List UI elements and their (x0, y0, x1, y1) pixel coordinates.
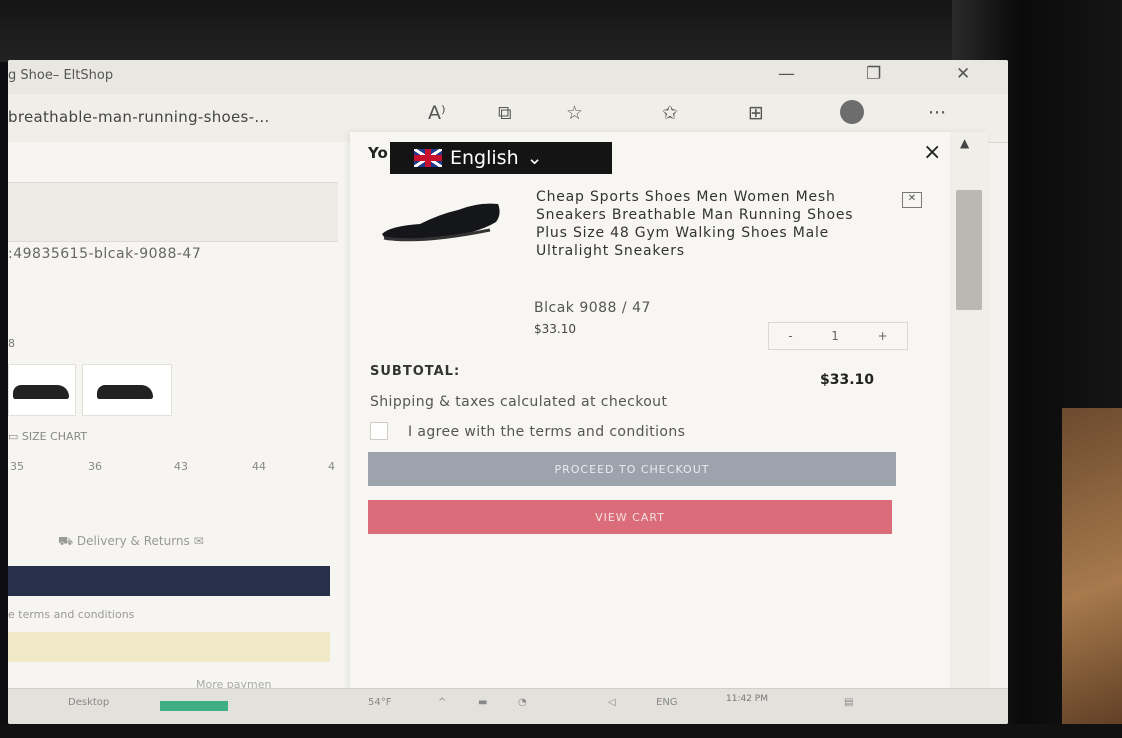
product-sku: :49835615-blcak-9088-47 (8, 246, 202, 262)
desk-background (1062, 408, 1122, 738)
battery-icon[interactable]: ▬ (478, 697, 487, 708)
view-cart-button[interactable]: VIEW CART (368, 500, 892, 534)
close-window-button[interactable]: ✕ (956, 64, 970, 84)
increase-quantity-button[interactable]: + (878, 329, 888, 343)
remove-item-button[interactable]: ✕ (902, 192, 922, 208)
buy-now-button[interactable] (8, 632, 330, 662)
decrease-quantity-button[interactable]: - (788, 329, 792, 343)
shoe-thumbnail-icon (97, 385, 153, 399)
favorites-icon[interactable]: ✩ (662, 102, 678, 124)
truck-icon: ⛟ (58, 534, 77, 548)
cart-title: Yo (368, 144, 388, 162)
shipping-note: Shipping & taxes calculated at checkout (370, 394, 668, 410)
more-icon[interactable]: ··· (928, 102, 946, 124)
close-cart-button[interactable]: × (923, 140, 941, 165)
subtotal-value: $33.10 (820, 372, 875, 388)
delivery-returns-link[interactable]: ⛟ Delivery & Returns ✉ (58, 534, 204, 550)
language-label: English (450, 147, 519, 169)
title-bar: g Shoe– EltShop — ❐ ✕ (8, 60, 1008, 94)
quantity-stepper: - 1 + (768, 322, 908, 350)
language-indicator[interactable]: ENG (656, 697, 678, 708)
language-selector[interactable]: English ⌄ (390, 142, 612, 174)
cart-scrollbar[interactable]: ▲ (950, 132, 988, 702)
shoe-thumbnail-icon (13, 385, 69, 399)
color-label: 8 (8, 337, 15, 350)
color-swatch-1[interactable] (8, 364, 76, 416)
taskbar: Desktop 54°F ^ ▬ ◔ ◁ ENG 11:42 PM ▤ (8, 688, 1008, 724)
proceed-to-checkout-button[interactable]: PROCEED TO CHECKOUT (368, 452, 896, 486)
size-option[interactable]: 43 (174, 460, 188, 473)
subtotal-label: SUBTOTAL: (370, 364, 461, 379)
cart-item-title[interactable]: Cheap Sports Shoes Men Women Mesh Sneake… (536, 188, 856, 260)
profile-avatar[interactable] (840, 100, 864, 124)
clock[interactable]: 11:42 PM (726, 693, 768, 705)
delivery-returns-label: Delivery & Returns (76, 534, 190, 548)
cart-item-price: $33.10 (534, 322, 576, 336)
terms-checkbox[interactable] (370, 422, 388, 440)
restore-button[interactable]: ❐ (866, 64, 881, 84)
temperature-label: 54°F (368, 697, 392, 708)
minimize-button[interactable]: — (778, 64, 795, 84)
taskbar-app-indicator[interactable] (160, 701, 228, 711)
size-chart-label: SIZE CHART (21, 430, 88, 443)
split-screen-icon[interactable]: ⧉ (498, 102, 512, 124)
chevron-up-icon[interactable]: ^ (438, 697, 446, 708)
collections-icon[interactable]: ⊞ (748, 102, 764, 124)
product-header-band (8, 182, 338, 242)
tab-title[interactable]: g Shoe– EltShop (8, 68, 113, 83)
cart-item-variant: Blcak 9088 / 47 (534, 300, 651, 316)
mail-icon: ✉ (193, 534, 204, 548)
terms-text: e terms and conditions (8, 608, 135, 621)
product-page: :49835615-blcak-9088-47 8 ▭ SIZE CHART 3… (8, 142, 350, 702)
size-chart-link[interactable]: ▭ SIZE CHART (8, 430, 87, 443)
product-image (382, 203, 500, 242)
read-aloud-icon[interactable]: A⁾ (428, 102, 446, 124)
notifications-icon[interactable]: ▤ (844, 697, 853, 708)
size-option[interactable]: 35 (10, 460, 24, 473)
cart-drawer: Yo × Cheap Sports Shoes Men Women Mesh S… (350, 132, 988, 702)
scroll-up-icon[interactable]: ▲ (960, 136, 969, 150)
color-swatch-2[interactable] (82, 364, 172, 416)
wifi-icon[interactable]: ◔ (518, 697, 527, 708)
add-to-cart-button[interactable] (8, 566, 330, 596)
url-field[interactable]: breathable-man-running-shoes-... (8, 108, 270, 126)
favorite-add-icon[interactable]: ☆ (566, 102, 583, 124)
ruler-icon: ▭ (8, 430, 22, 443)
chevron-down-icon: ⌄ (526, 147, 543, 169)
volume-icon[interactable]: ◁ (608, 697, 616, 708)
quantity-value[interactable]: 1 (831, 329, 839, 343)
size-option[interactable]: 36 (88, 460, 102, 473)
uk-flag-icon (414, 149, 442, 167)
size-option[interactable]: 44 (252, 460, 266, 473)
scroll-thumb[interactable] (956, 190, 982, 310)
size-option[interactable]: 4 (328, 460, 335, 473)
monitor-bezel-bottom (0, 724, 1122, 738)
terms-label[interactable]: I agree with the terms and conditions (408, 424, 685, 440)
desktop-label[interactable]: Desktop (68, 697, 109, 708)
